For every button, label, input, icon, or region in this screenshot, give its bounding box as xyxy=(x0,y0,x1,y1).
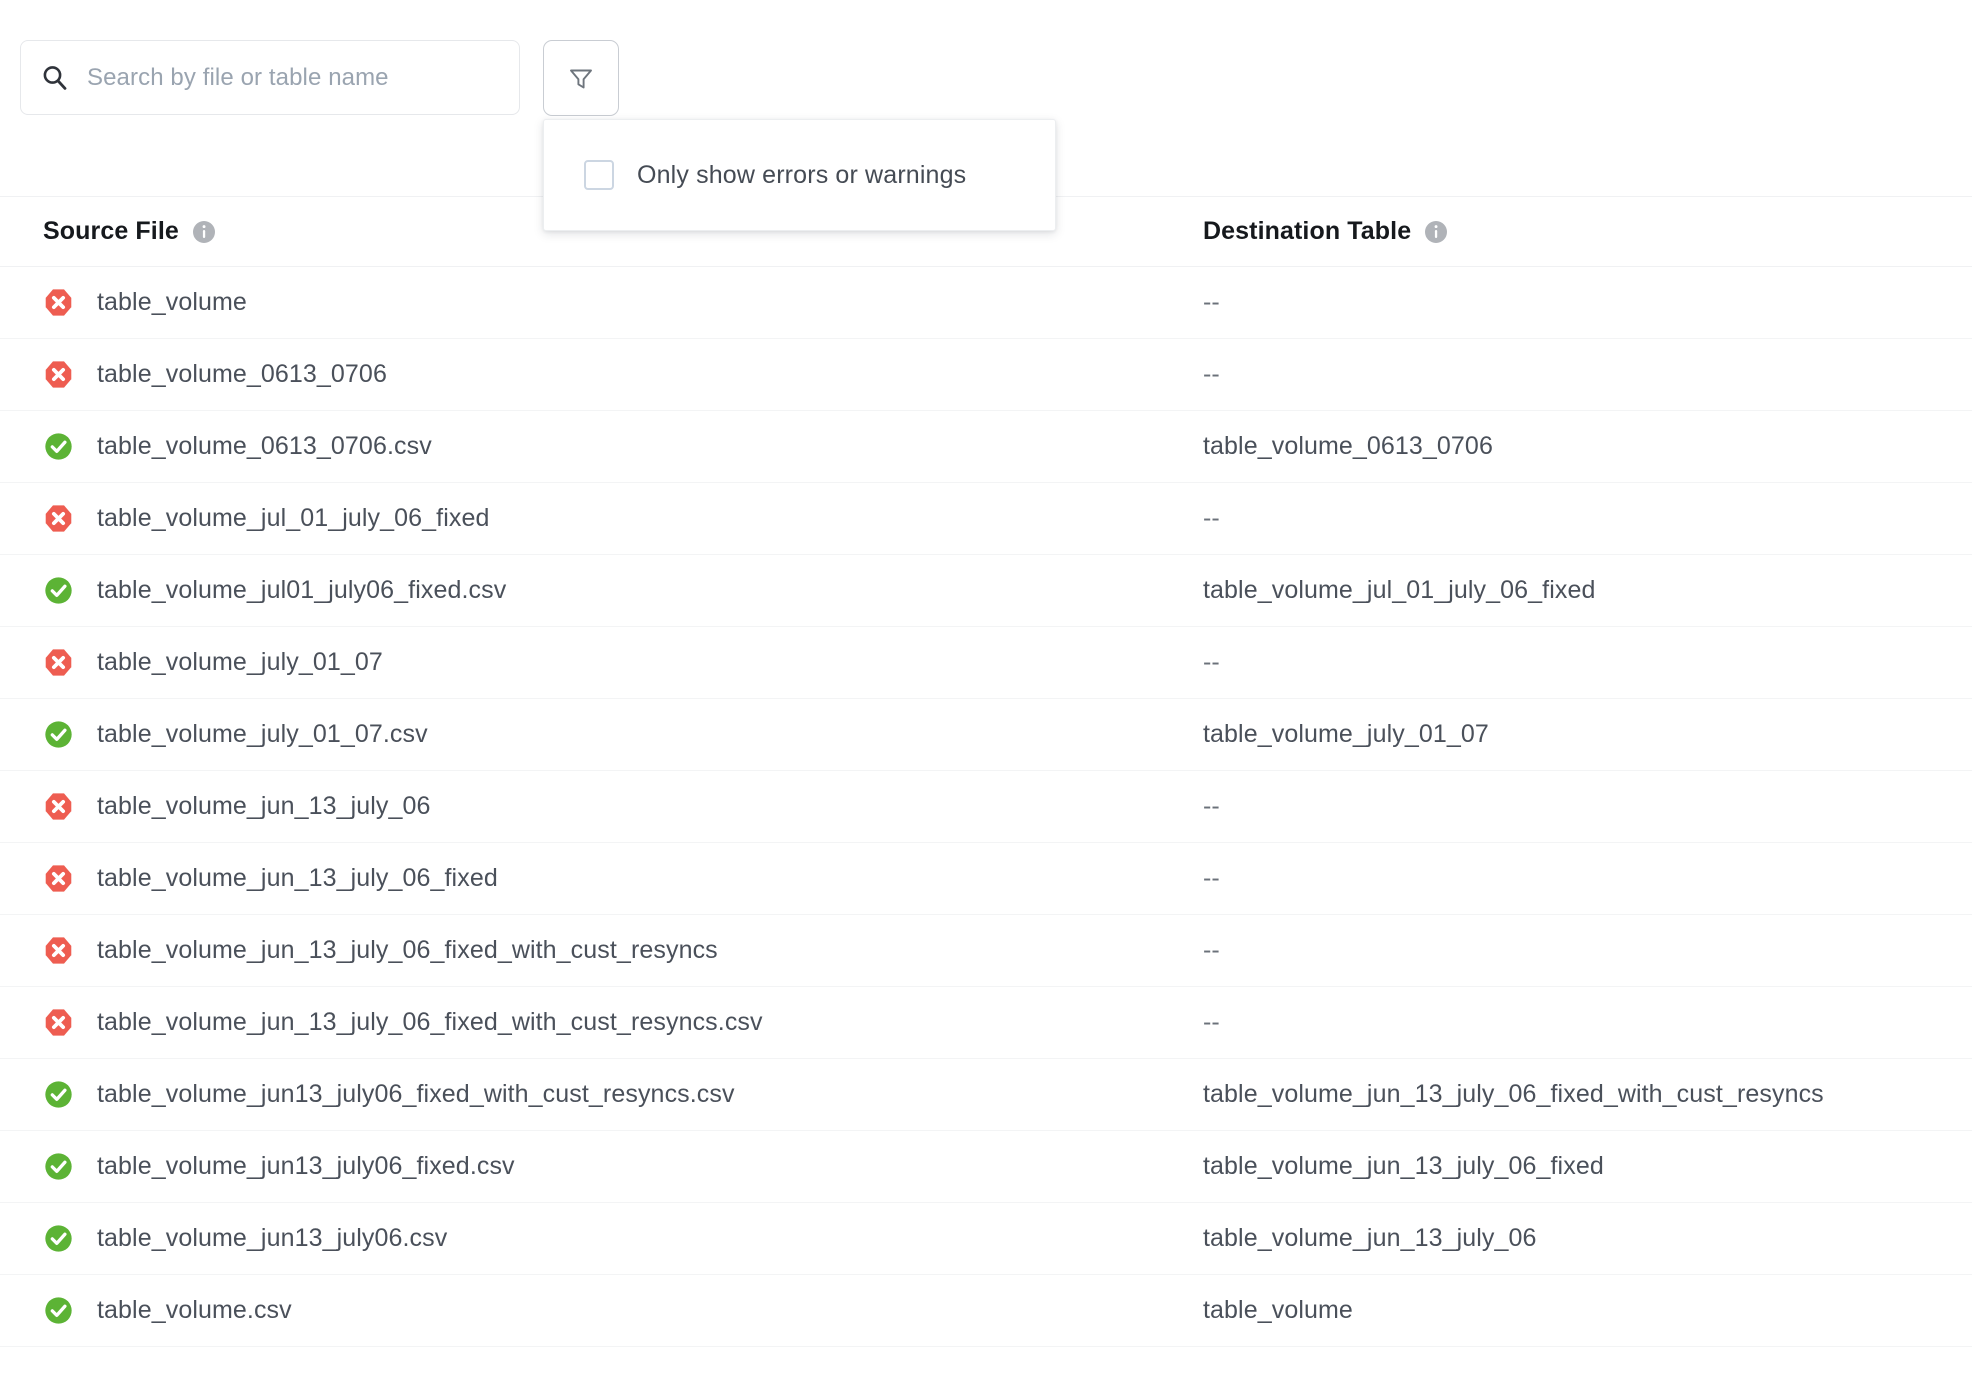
success-icon xyxy=(43,1295,74,1326)
cell-source-file: table_volume_july_01_07 xyxy=(43,647,1203,678)
search-input[interactable] xyxy=(87,63,499,92)
cell-destination-table: table_volume_july_01_07 xyxy=(1203,720,1489,748)
column-header-destination-table: Destination Table xyxy=(1203,217,1972,246)
source-file-name: table_volume_jun_13_july_06 xyxy=(97,792,431,820)
cell-source-file: table_volume_jun_13_july_06_fixed_with_c… xyxy=(43,1007,1203,1038)
table-row[interactable]: table_volume_0613_0706 -- xyxy=(0,339,1972,411)
cell-destination-table: table_volume_0613_0706 xyxy=(1203,432,1493,460)
table-row[interactable]: table_volume_jun_13_july_06_fixed_with_c… xyxy=(0,987,1972,1059)
source-file-name: table_volume_jun_13_july_06_fixed xyxy=(97,864,498,892)
file-import-status-page: Only show errors or warnings Source File… xyxy=(0,0,1972,1394)
cell-destination-table: -- xyxy=(1203,288,1220,316)
cell-destination-table: table_volume_jun_13_july_06_fixed_with_c… xyxy=(1203,1080,1824,1108)
table-row[interactable]: table_volume_july_01_07 -- xyxy=(0,627,1972,699)
source-file-name: table_volume_july_01_07 xyxy=(97,648,383,676)
cell-destination-table: -- xyxy=(1203,936,1220,964)
cell-source-file: table_volume_jun13_july06.csv xyxy=(43,1223,1203,1254)
column-header-destination-table-label: Destination Table xyxy=(1203,217,1412,245)
cell-destination-table: table_volume_jun_13_july_06_fixed xyxy=(1203,1152,1604,1180)
table-row[interactable]: table_volume_jun_13_july_06_fixed_with_c… xyxy=(0,915,1972,987)
search-icon xyxy=(41,64,69,92)
table-row[interactable]: table_volume -- xyxy=(0,267,1972,339)
error-icon xyxy=(43,791,74,822)
table-row[interactable]: table_volume_jun13_july06_fixed_with_cus… xyxy=(0,1059,1972,1131)
source-file-name: table_volume_jun13_july06_fixed.csv xyxy=(97,1152,515,1180)
error-icon xyxy=(43,647,74,678)
toolbar xyxy=(20,40,619,116)
error-icon xyxy=(43,935,74,966)
table-row[interactable]: table_volume_jun13_july06_fixed.csv tabl… xyxy=(0,1131,1972,1203)
search-box[interactable] xyxy=(20,40,520,115)
source-file-name: table_volume_jun13_july06.csv xyxy=(97,1224,448,1252)
filter-dropdown-panel: Only show errors or warnings xyxy=(543,119,1056,231)
source-file-name: table_volume_jul01_july06_fixed.csv xyxy=(97,576,507,604)
cell-source-file: table_volume_0613_0706.csv xyxy=(43,431,1203,462)
cell-destination-table: table_volume xyxy=(1203,1296,1353,1324)
cell-destination-table: -- xyxy=(1203,792,1220,820)
cell-source-file: table_volume xyxy=(43,287,1203,318)
source-file-name: table_volume_0613_0706 xyxy=(97,360,387,388)
source-file-name: table_volume_0613_0706.csv xyxy=(97,432,432,460)
error-icon xyxy=(43,287,74,318)
success-icon xyxy=(43,1151,74,1182)
table-row[interactable]: table_volume_jun_13_july_06_fixed -- xyxy=(0,843,1972,915)
table-row[interactable]: table_volume_july_01_07.csv table_volume… xyxy=(0,699,1972,771)
only-errors-checkbox-label: Only show errors or warnings xyxy=(637,160,967,189)
cell-source-file: table_volume.csv xyxy=(43,1295,1203,1326)
cell-destination-table: -- xyxy=(1203,504,1220,532)
cell-destination-table: -- xyxy=(1203,360,1220,388)
source-file-name: table_volume_jun_13_july_06_fixed_with_c… xyxy=(97,1008,763,1036)
success-icon xyxy=(43,575,74,606)
cell-destination-table: table_volume_jul_01_july_06_fixed xyxy=(1203,576,1596,604)
cell-source-file: table_volume_jun_13_july_06 xyxy=(43,791,1203,822)
funnel-icon xyxy=(566,63,596,93)
cell-source-file: table_volume_july_01_07.csv xyxy=(43,719,1203,750)
table-row[interactable]: table_volume_jul_01_july_06_fixed -- xyxy=(0,483,1972,555)
cell-destination-table: table_volume_jun_13_july_06 xyxy=(1203,1224,1537,1252)
info-icon[interactable] xyxy=(192,220,216,244)
cell-destination-table: -- xyxy=(1203,864,1220,892)
cell-source-file: table_volume_jul_01_july_06_fixed xyxy=(43,503,1203,534)
table-row[interactable]: table_volume_jul01_july06_fixed.csv tabl… xyxy=(0,555,1972,627)
success-icon xyxy=(43,1223,74,1254)
table-row[interactable]: table_volume.csv table_volume xyxy=(0,1275,1972,1347)
info-icon[interactable] xyxy=(1424,220,1448,244)
table-body: table_volume -- table_volume_0613_0706 -… xyxy=(0,267,1972,1347)
only-errors-checkbox-row[interactable]: Only show errors or warnings xyxy=(584,160,966,190)
cell-source-file: table_volume_jun13_july06_fixed.csv xyxy=(43,1151,1203,1182)
source-file-name: table_volume_jul_01_july_06_fixed xyxy=(97,504,490,532)
error-icon xyxy=(43,503,74,534)
error-icon xyxy=(43,359,74,390)
column-header-source-file-label: Source File xyxy=(43,217,179,245)
error-icon xyxy=(43,863,74,894)
success-icon xyxy=(43,719,74,750)
source-file-name: table_volume_jun_13_july_06_fixed_with_c… xyxy=(97,936,718,964)
filter-button[interactable] xyxy=(543,40,619,116)
cell-source-file: table_volume_jun_13_july_06_fixed xyxy=(43,863,1203,894)
cell-source-file: table_volume_0613_0706 xyxy=(43,359,1203,390)
cell-destination-table: -- xyxy=(1203,1008,1220,1036)
source-file-name: table_volume_jun13_july06_fixed_with_cus… xyxy=(97,1080,735,1108)
only-errors-checkbox[interactable] xyxy=(584,160,614,190)
cell-source-file: table_volume_jun13_july06_fixed_with_cus… xyxy=(43,1079,1203,1110)
cell-source-file: table_volume_jun_13_july_06_fixed_with_c… xyxy=(43,935,1203,966)
error-icon xyxy=(43,1007,74,1038)
source-file-name: table_volume.csv xyxy=(97,1296,292,1324)
cell-source-file: table_volume_jul01_july06_fixed.csv xyxy=(43,575,1203,606)
source-file-name: table_volume xyxy=(97,288,247,316)
import-status-table: Source File Destination Table table_volu… xyxy=(0,196,1972,1347)
table-row[interactable]: table_volume_jun_13_july_06 -- xyxy=(0,771,1972,843)
cell-destination-table: -- xyxy=(1203,648,1220,676)
source-file-name: table_volume_july_01_07.csv xyxy=(97,720,428,748)
table-row[interactable]: table_volume_0613_0706.csv table_volume_… xyxy=(0,411,1972,483)
success-icon xyxy=(43,431,74,462)
success-icon xyxy=(43,1079,74,1110)
table-row[interactable]: table_volume_jun13_july06.csv table_volu… xyxy=(0,1203,1972,1275)
